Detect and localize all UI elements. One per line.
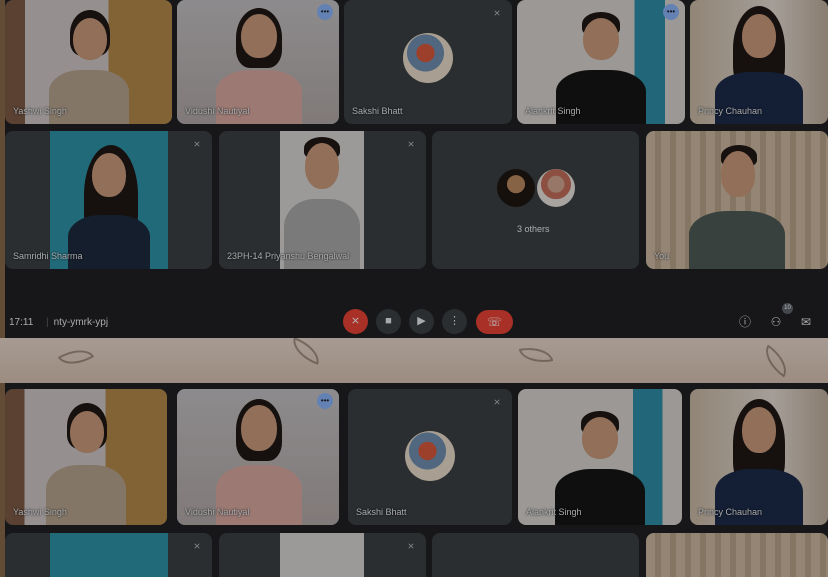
more-icon: ⋮ (449, 315, 460, 327)
present-icon: ▶ (417, 315, 426, 327)
meeting-info-button[interactable]: ⓘ (736, 313, 754, 331)
participant-tile[interactable]: ••• Vidushi Nautiyal (177, 0, 339, 124)
video-feed (50, 131, 168, 269)
meet-screen-bottom: Yashwi Singh ••• Vidushi Nautiyal ⨯ Saks… (5, 383, 828, 577)
chat-icon: ✉ (800, 315, 812, 329)
participant-name: Princy Chauhan (698, 507, 763, 517)
video-feed (50, 533, 168, 577)
meet-screen-top: Yashwi Singh ••• Vidushi Nautiyal ⨯ Saks… (5, 0, 828, 338)
participant-name: You (654, 251, 670, 261)
participant-name: Sakshi Bhatt (352, 106, 403, 116)
mic-toggle-button[interactable]: ⨯ (343, 309, 368, 334)
camera-toggle-button[interactable]: ■ (376, 309, 401, 334)
mic-off-icon: ⨯ (350, 315, 361, 327)
participant-tile[interactable]: Yashwi Singh (5, 0, 172, 124)
mic-off-icon: ⨯ (493, 8, 501, 18)
participant-tile[interactable]: ••• Alankrit Singh (517, 0, 685, 124)
more-options-button[interactable]: ⋮ (442, 309, 467, 334)
participant-avatar (537, 169, 575, 207)
participant-tile[interactable]: ••• Vidushi Nautiyal (177, 389, 339, 525)
participant-tile[interactable]: ⨯ (219, 533, 426, 577)
participant-tile[interactable]: Yashwi Singh (5, 389, 167, 525)
hang-up-icon: ☏ (486, 315, 502, 329)
people-count-badge: 10 (782, 303, 793, 314)
mic-off-icon: ⨯ (407, 139, 415, 149)
participant-name: Sakshi Bhatt (356, 507, 407, 517)
video-feed (280, 533, 364, 577)
participant-name: Vidushi Nautiyal (185, 507, 250, 517)
participant-name: Yashwi Singh (13, 106, 67, 116)
participant-name: Princy Chauhan (698, 106, 763, 116)
participant-name: Alankrit Singh (526, 507, 582, 517)
participant-name: Samridhi Sharma (13, 251, 83, 261)
video-feed (690, 389, 828, 525)
participant-tile[interactable]: ⨯ Sakshi Bhatt (348, 389, 512, 525)
camera-icon: ■ (385, 315, 392, 327)
people-icon: ⚇ (770, 315, 782, 329)
participant-name: 23PH-14 Priyanshu Bengalwal (227, 251, 350, 261)
others-tile[interactable] (432, 533, 639, 577)
participant-tile[interactable]: ⨯ 23PH-14 Priyanshu Bengalwal (219, 131, 426, 269)
participant-tile[interactable]: ⨯ (5, 533, 212, 577)
mic-off-icon: ⨯ (407, 541, 415, 551)
leave-call-button[interactable]: ☏ (476, 310, 513, 334)
video-feed (280, 131, 364, 269)
participant-name: Alankrit Singh (525, 106, 581, 116)
participant-tile[interactable] (646, 533, 828, 577)
video-feed (5, 389, 167, 525)
participant-avatar (403, 33, 453, 83)
participant-name: Vidushi Nautiyal (185, 106, 250, 116)
others-count-label: 3 others (517, 224, 550, 234)
participant-avatar (497, 169, 535, 207)
participant-avatar (405, 431, 455, 481)
others-tile[interactable]: 3 others (432, 131, 639, 269)
meeting-code: nty-ymrk-ypj (46, 317, 108, 328)
background-wallpaper (0, 338, 828, 383)
info-icon: ⓘ (738, 315, 751, 329)
participant-tile[interactable]: You (646, 131, 828, 269)
mic-off-icon: ⨯ (493, 397, 501, 407)
video-feed (177, 389, 339, 525)
participant-tile[interactable]: Princy Chauhan (690, 389, 828, 525)
video-feed (646, 533, 828, 577)
people-button[interactable]: ⚇ (767, 313, 785, 331)
chat-button[interactable]: ✉ (797, 313, 815, 331)
participant-tile[interactable]: Princy Chauhan (690, 0, 828, 124)
meeting-control-bar: 17:11 nty-ymrk-ypj ⨯ ■ ▶ ⋮ ☏ ⓘ ⚇ 10 ✉ (5, 303, 828, 338)
participant-name: Yashwi Singh (13, 507, 67, 517)
video-feed (518, 389, 682, 525)
speaking-indicator-icon: ••• (317, 4, 333, 20)
speaking-indicator-icon: ••• (317, 393, 333, 409)
participant-tile[interactable]: Alankrit Singh (518, 389, 682, 525)
mic-off-icon: ⨯ (193, 541, 201, 551)
participant-tile[interactable]: ⨯ Samridhi Sharma (5, 131, 212, 269)
present-button[interactable]: ▶ (409, 309, 434, 334)
participant-tile[interactable]: ⨯ Sakshi Bhatt (344, 0, 512, 124)
video-feed (646, 131, 828, 269)
speaking-indicator-icon: ••• (663, 4, 679, 20)
mic-off-icon: ⨯ (193, 139, 201, 149)
meeting-time: 17:11 (9, 317, 34, 328)
